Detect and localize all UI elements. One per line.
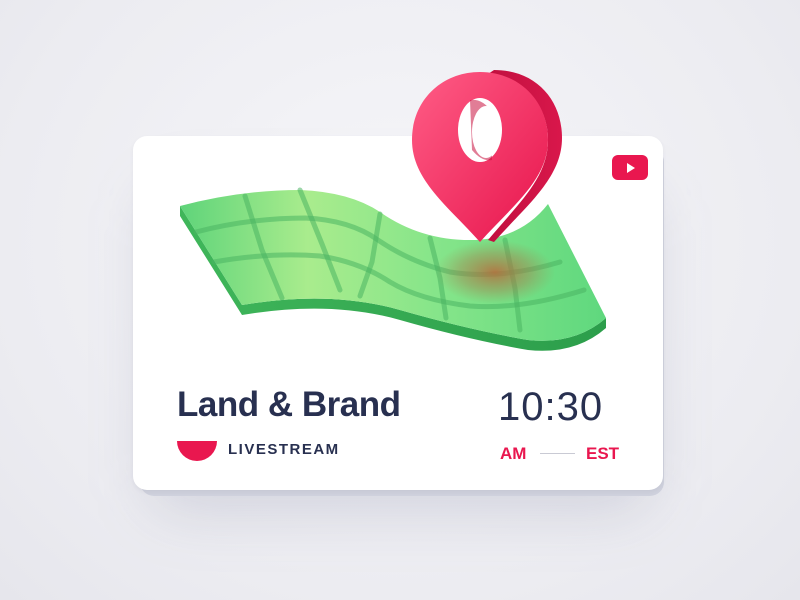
event-title: Land & Brand — [177, 385, 401, 424]
livestream-label: LIVESTREAM — [228, 441, 340, 458]
map-illustration — [180, 70, 606, 351]
timezone-label: EST — [586, 444, 620, 463]
am-pm-label: AM — [500, 444, 527, 463]
event-time: 10:30 — [498, 385, 604, 429]
time-divider — [540, 453, 575, 454]
